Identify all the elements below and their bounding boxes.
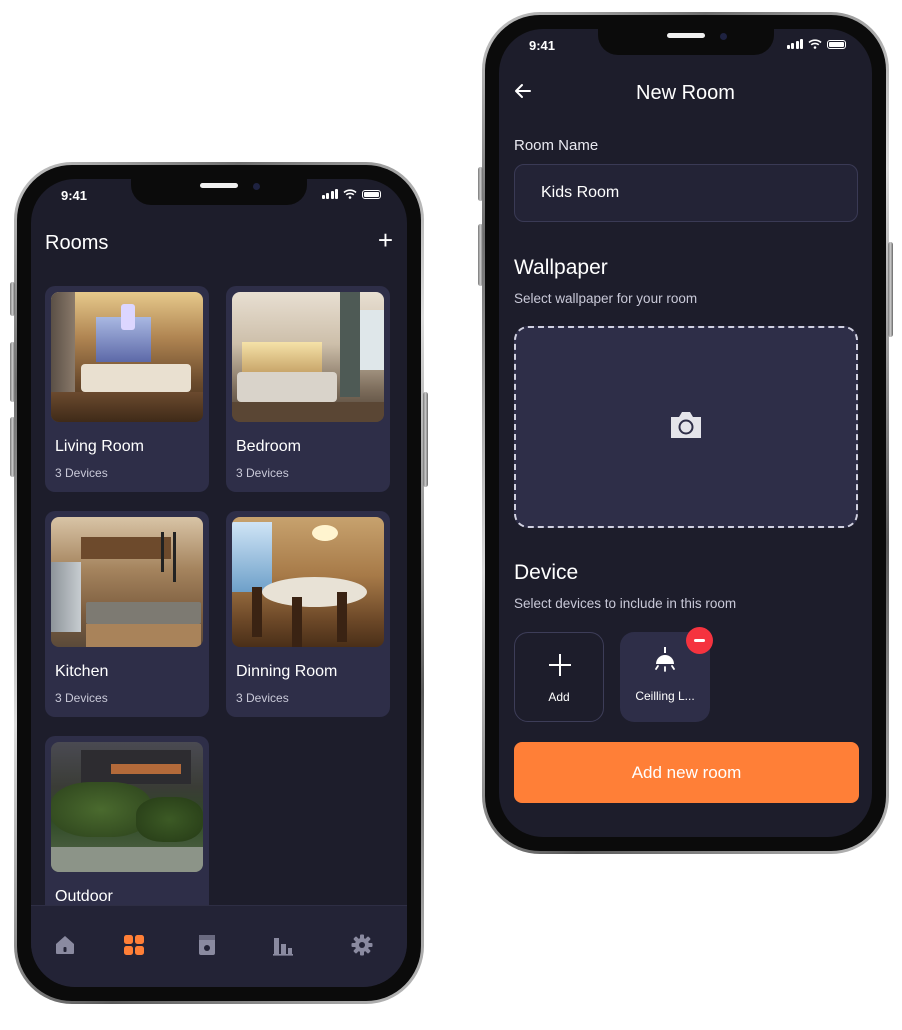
device-count: 3 Devices — [236, 691, 289, 705]
side-button — [10, 417, 15, 477]
add-device-button[interactable]: Add — [514, 632, 604, 722]
right-phone: 9:41 New Room Room Name Kids Room Wallpa… — [478, 12, 893, 854]
device-subtitle: Select devices to include in this room — [514, 596, 737, 611]
device-title: Device — [514, 561, 579, 584]
page-title: Rooms — [45, 232, 109, 254]
side-button — [478, 224, 483, 286]
new-room-screen: 9:41 New Room Room Name Kids Room Wallpa… — [499, 29, 872, 837]
status-time: 9:41 — [61, 188, 88, 203]
home-icon — [56, 936, 74, 954]
page-title: New Room — [636, 82, 735, 104]
rooms-screen: 9:41 Rooms + Living Room 3 Devices Bedro… — [31, 179, 407, 987]
status-icons — [786, 39, 846, 49]
room-name: Outdoor — [55, 888, 113, 905]
room-card-kitchen[interactable]: Kitchen 3 Devices — [45, 511, 209, 717]
side-button — [10, 342, 15, 402]
room-name: Kitchen — [55, 663, 109, 680]
device-count: 3 Devices — [236, 466, 289, 480]
add-new-room-button[interactable]: Add new room — [514, 742, 859, 803]
settings-icon — [351, 934, 373, 956]
wifi-icon — [808, 39, 822, 49]
cellular-icon — [786, 39, 803, 49]
side-button — [10, 282, 15, 316]
notch — [597, 29, 774, 55]
device-icon — [199, 935, 215, 955]
device-count: 3 Devices — [55, 466, 108, 480]
side-button — [423, 392, 428, 487]
status-icons — [321, 189, 381, 199]
bedroom-photo — [232, 292, 384, 422]
plus-icon — [549, 654, 571, 676]
remove-device-button[interactable] — [686, 627, 713, 654]
tab-devices[interactable] — [192, 930, 222, 960]
room-card-living-room[interactable]: Living Room 3 Devices — [45, 286, 209, 492]
plus-icon[interactable]: + — [378, 227, 393, 253]
device-count: 3 Devices — [55, 691, 108, 705]
living-room-photo — [51, 292, 203, 422]
room-card-bedroom[interactable]: Bedroom 3 Devices — [226, 286, 390, 492]
tab-settings[interactable] — [347, 930, 377, 960]
wallpaper-title: Wallpaper — [514, 256, 608, 279]
stats-icon — [273, 938, 293, 956]
side-button — [478, 167, 483, 201]
notch — [131, 179, 307, 205]
device-tile-label: Add — [548, 690, 570, 704]
battery-icon — [827, 39, 846, 49]
wallpaper-dropzone[interactable] — [514, 326, 858, 528]
minus-icon — [694, 639, 705, 642]
wifi-icon — [343, 189, 357, 199]
device-tile-label: Ceilling L... — [635, 689, 695, 703]
grid-icon — [124, 935, 144, 955]
ceiling-light-icon — [655, 647, 675, 672]
room-name: Living Room — [55, 438, 144, 455]
left-phone: 9:41 Rooms + Living Room 3 Devices Bedro… — [10, 162, 428, 1004]
tab-rooms[interactable] — [119, 930, 149, 960]
tab-home[interactable] — [50, 930, 80, 960]
tab-stats[interactable] — [268, 930, 298, 960]
camera-icon — [671, 412, 701, 438]
side-button — [888, 242, 893, 337]
battery-icon — [362, 189, 381, 199]
kitchen-photo — [51, 517, 203, 647]
status-time: 9:41 — [529, 38, 556, 53]
cellular-icon — [321, 189, 338, 199]
wallpaper-subtitle: Select wallpaper for your room — [514, 291, 698, 306]
room-name-label: Room Name — [514, 137, 599, 154]
room-name-input[interactable]: Kids Room — [514, 164, 858, 222]
room-name: Bedroom — [236, 438, 301, 455]
outdoor-photo — [51, 742, 203, 872]
room-card-dining-room[interactable]: Dinning Room 3 Devices — [226, 511, 390, 717]
dining-room-photo — [232, 517, 384, 647]
room-name: Dinning Room — [236, 663, 338, 680]
tab-bar — [31, 905, 407, 987]
